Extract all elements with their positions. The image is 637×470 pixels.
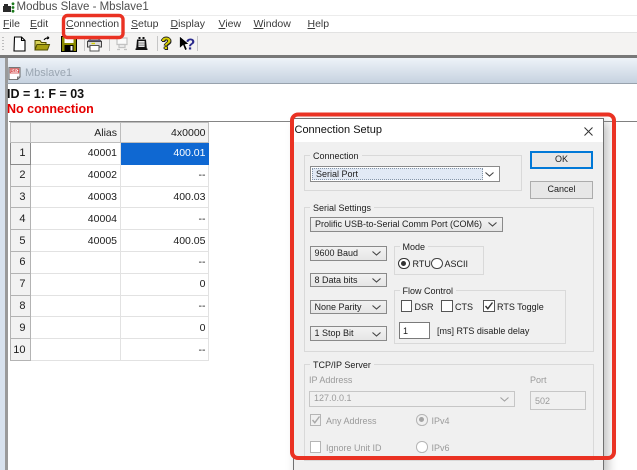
svg-text:DEC: DEC [10, 69, 18, 73]
